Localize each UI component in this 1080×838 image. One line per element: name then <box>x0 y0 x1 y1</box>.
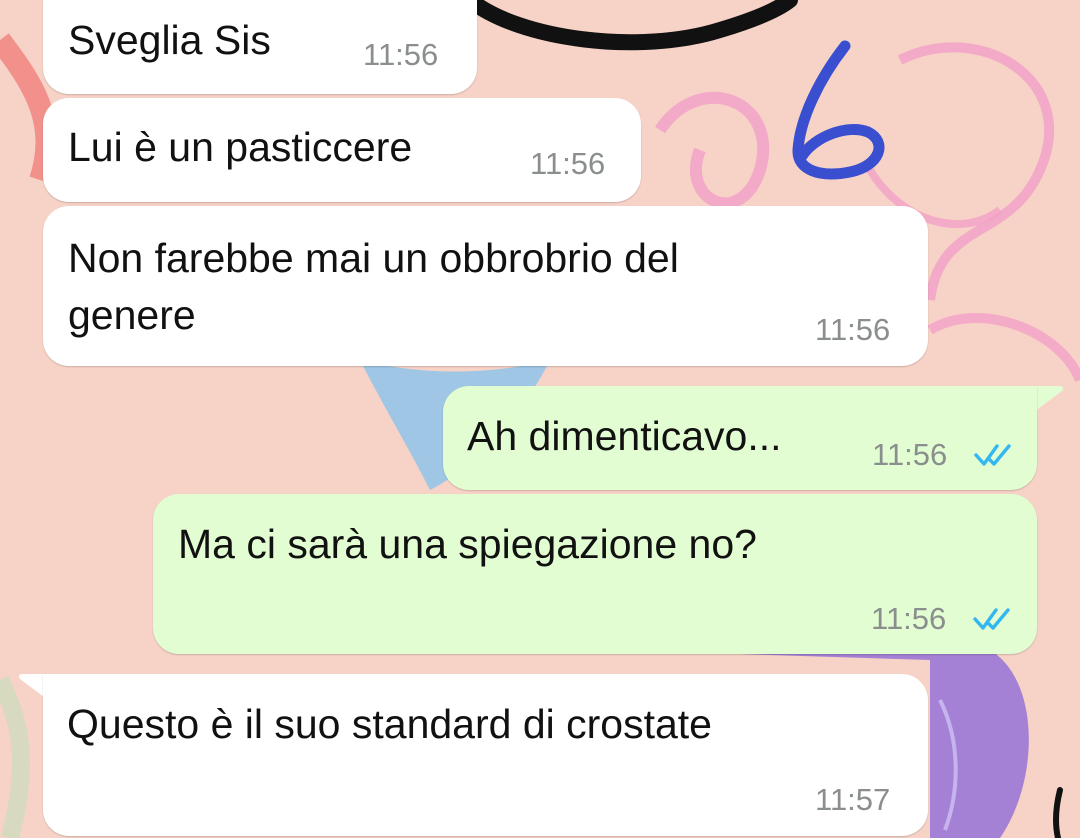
double-check-icon <box>973 608 1010 630</box>
message-bubble-incoming[interactable]: Non farebbe mai un obbrobrio del genere … <box>43 206 928 366</box>
message-text-line-1: Non farebbe mai un obbrobrio del <box>68 235 679 281</box>
message-text: Ah dimenticavo... <box>467 413 782 459</box>
message-timestamp: 11:56 <box>363 37 439 72</box>
message-timestamp: 11:57 <box>815 782 891 817</box>
message-timestamp: 11:56 <box>815 312 891 347</box>
message-bubble-incoming[interactable]: Sveglia Sis 11:56 <box>43 0 477 94</box>
handwritten-annotation-6 <box>792 40 885 180</box>
message-timestamp: 11:56 <box>871 601 947 636</box>
message-text: Lui è un pasticcere <box>68 124 413 170</box>
message-text: Sveglia Sis <box>68 17 271 63</box>
double-check-icon <box>974 444 1011 466</box>
message-timestamp: 11:56 <box>872 437 948 472</box>
message-bubble-outgoing[interactable]: Ma ci sarà una spiegazione no? 11:56 <box>153 494 1037 654</box>
message-bubble-incoming[interactable]: Questo è il suo standard di crostate 11:… <box>43 674 928 836</box>
message-bubble-outgoing[interactable]: Ah dimenticavo... 11:56 <box>443 386 1037 490</box>
message-text-line-2: genere <box>68 292 196 338</box>
message-text: Questo è il suo standard di crostate <box>67 701 712 747</box>
message-timestamp: 11:56 <box>530 146 606 181</box>
message-bubble-incoming[interactable]: Lui è un pasticcere 11:56 <box>43 98 641 202</box>
message-text: Ma ci sarà una spiegazione no? <box>178 521 757 567</box>
